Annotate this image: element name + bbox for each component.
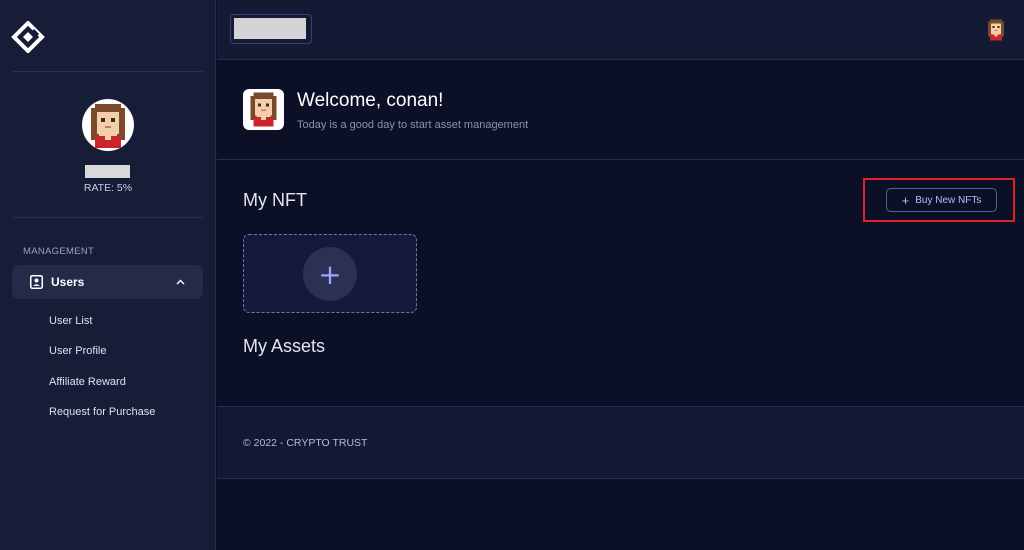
diamond-logo-icon[interactable] — [11, 20, 45, 54]
sidebar-subitem-user-profile[interactable]: User Profile — [49, 345, 106, 357]
pixel-avatar-icon — [249, 92, 278, 127]
sidebar-subitem-user-list[interactable]: User List — [49, 315, 92, 327]
welcome-section: Welcome, conan! Today is a good day to s… — [217, 61, 1024, 160]
pixel-avatar-icon — [89, 104, 127, 148]
top-bar — [217, 0, 1024, 60]
footer: © 2022 - CRYPTO TRUST — [217, 406, 1024, 479]
sidebar: RATE: 5% MANAGEMENT Users User List User… — [0, 0, 216, 550]
sidebar-divider — [12, 71, 203, 72]
plus-icon[interactable]: + — [303, 247, 357, 301]
sidebar-item-users[interactable]: Users — [12, 265, 203, 299]
plus-icon: + — [901, 192, 910, 208]
pixel-avatar-icon[interactable] — [987, 19, 1005, 41]
footer-copyright: © 2022 - CRYPTO TRUST — [243, 437, 368, 449]
my-nft-heading: My NFT — [243, 190, 307, 210]
chevron-up-icon[interactable] — [175, 277, 186, 287]
sidebar-subitem-affiliate-reward[interactable]: Affiliate Reward — [49, 376, 126, 388]
user-badge-icon — [30, 275, 43, 289]
welcome-subtitle: Today is a good day to start asset manag… — [297, 119, 529, 131]
sidebar-subitem-request-for-purchase[interactable]: Request for Purchase — [49, 406, 155, 418]
add-nft-card[interactable]: + — [243, 234, 417, 313]
welcome-avatar — [243, 89, 284, 130]
sidebar-divider — [12, 217, 203, 218]
profile-avatar[interactable] — [82, 99, 134, 151]
my-assets-heading: My Assets — [243, 336, 326, 356]
profile-rate: RATE: 5% — [83, 182, 133, 194]
welcome-title: Welcome, conan! — [297, 90, 444, 111]
section-label-management: MANAGEMENT — [23, 246, 95, 257]
buy-new-nfts-button[interactable]: + Buy New NFTs — [886, 188, 997, 212]
buy-button-label: Buy New NFTs — [915, 194, 982, 206]
sidebar-item-label: Users — [51, 275, 85, 289]
redacted-field — [234, 18, 306, 39]
top-search-box[interactable] — [230, 14, 312, 44]
profile-name-redacted — [85, 165, 130, 178]
